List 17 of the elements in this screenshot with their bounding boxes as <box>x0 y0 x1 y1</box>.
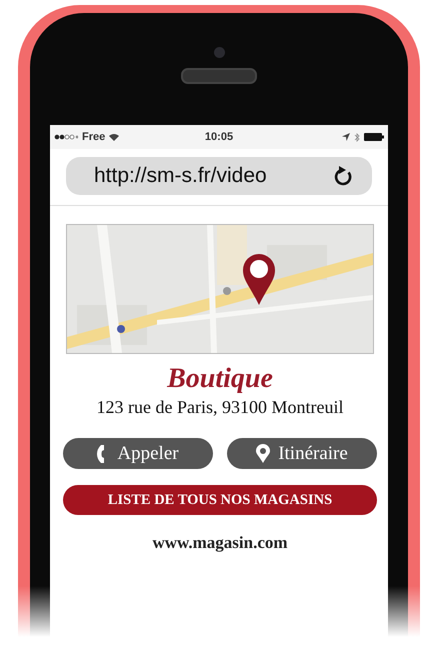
carrier-name: Free <box>82 131 106 143</box>
map-pin-icon <box>256 444 270 463</box>
location-arrow-icon <box>342 133 350 141</box>
website-link[interactable]: www.magasin.com <box>152 533 288 553</box>
reload-icon[interactable] <box>334 165 354 187</box>
store-title: Boutique <box>167 363 273 395</box>
signal-icon <box>54 134 78 140</box>
status-time: 10:05 <box>204 131 234 143</box>
store-address: 123 rue de Paris, 93100 Montreuil <box>96 397 344 418</box>
wifi-icon <box>109 133 120 141</box>
store-list-button[interactable]: LISTE DE TOUS NOS MAGASINS <box>63 485 377 515</box>
battery-icon <box>364 133 384 141</box>
action-button[interactable]: Itinéraire <box>227 438 377 469</box>
camera-icon <box>214 47 224 58</box>
action-button[interactable]: Appeler <box>63 438 213 469</box>
bluetooth-icon <box>354 132 360 142</box>
address-bar[interactable]: http://sm-s.fr/video <box>66 157 372 195</box>
